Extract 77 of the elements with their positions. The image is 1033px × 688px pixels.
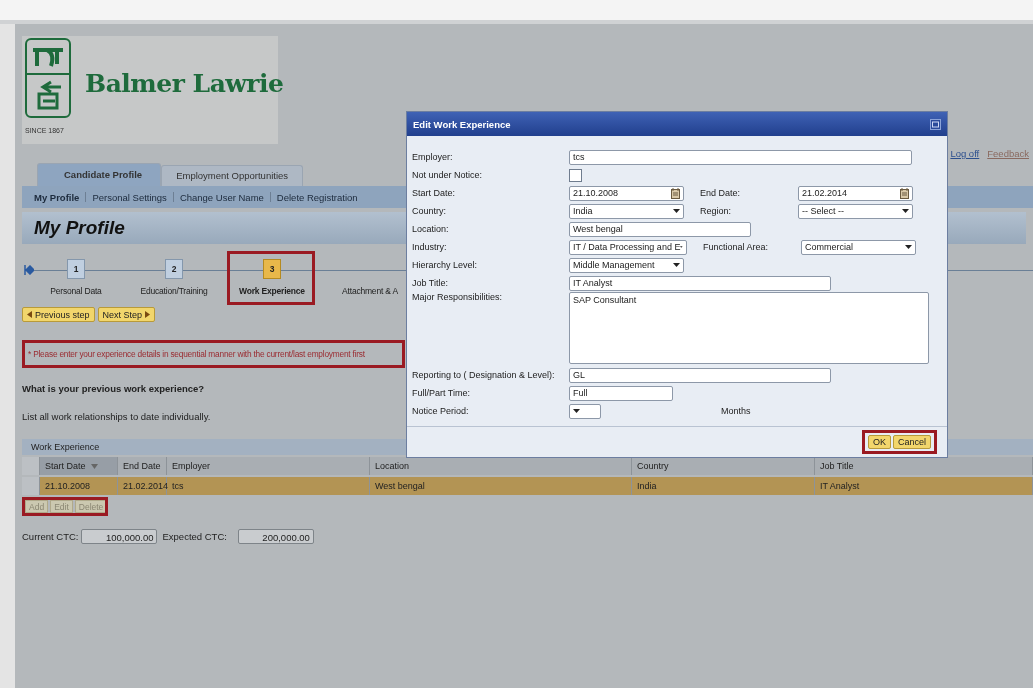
step-label: Work Experience [239, 286, 305, 296]
table-cell: 21.10.2008 [40, 477, 118, 495]
input-field[interactable]: IT Analyst [569, 275, 831, 291]
date-field[interactable]: 21.10.2008 [569, 185, 684, 201]
dropdown[interactable] [569, 403, 601, 419]
table-cell: West bengal [370, 477, 632, 495]
dialog-title: Edit Work Experience [413, 118, 511, 130]
tab[interactable]: Employment Opportunities [161, 165, 304, 186]
logo-icon [25, 38, 71, 118]
field-label: Location: [412, 224, 450, 234]
step-label: Education/Training [140, 286, 208, 296]
subnav-link[interactable]: Change User Name [173, 191, 270, 203]
table-cell: IT Analyst [815, 477, 1033, 495]
step-marker[interactable]: 1 [67, 259, 85, 279]
subnav-link[interactable]: Delete Registration [270, 191, 364, 203]
start-icon [24, 265, 34, 275]
sort-icon [90, 463, 98, 469]
dropdown[interactable]: India [569, 203, 684, 219]
field-label: Reporting to ( Designation & Level): [412, 370, 556, 380]
dialog-button[interactable]: OK [867, 435, 891, 449]
field-label: Start Date: [412, 188, 457, 198]
field-label: Major Responsibilities: [412, 292, 504, 302]
table-cell: 21.02.2014 [118, 477, 167, 495]
table-cell: India [632, 477, 815, 495]
field-label: Not under Notice: [412, 170, 484, 180]
table-cell: tcs [167, 477, 370, 495]
date-field[interactable]: 21.02.2014 [798, 185, 913, 201]
step-marker[interactable]: 2 [165, 259, 183, 279]
field-label: Full/Part Time: [412, 388, 471, 398]
text-area[interactable]: SAP Consultant [569, 292, 929, 364]
dropdown[interactable]: IT / Data Processing and E [569, 239, 687, 255]
field-label: Functional Area: [703, 242, 770, 252]
dropdown[interactable]: Middle Management [569, 257, 684, 273]
field-label: Job Title: [412, 278, 450, 288]
input-field[interactable]: Full [569, 385, 673, 401]
calendar-icon[interactable] [900, 187, 909, 199]
header-link[interactable]: Log off [950, 148, 980, 159]
dropdown[interactable]: -- Select -- [798, 203, 913, 219]
field-label: Notice Period: [412, 406, 470, 416]
subnav-link[interactable]: Personal Settings [86, 191, 173, 203]
dialog-button[interactable]: Cancel [893, 435, 931, 449]
calendar-icon[interactable] [671, 187, 680, 199]
question-text: What is your previous work experience? [22, 383, 205, 394]
field-label: Country: [412, 206, 447, 216]
input-field[interactable]: 100,000.00 [81, 529, 158, 544]
field-label: Employer: [412, 152, 454, 162]
step-button[interactable]: Previous step [22, 307, 95, 322]
step-marker[interactable]: 3 [263, 259, 281, 279]
field-label: Industry: [412, 242, 448, 252]
notice-text: * Please enter your experience details in sequential manner with the current/last employment first [28, 349, 365, 359]
input-field[interactable]: West bengal [569, 221, 751, 237]
subnav-link[interactable]: My Profile [34, 191, 86, 203]
left-arrow-icon [27, 311, 32, 318]
right-arrow-icon [145, 311, 151, 318]
field-label: Region: [700, 206, 733, 216]
field-label: Expected CTC: [162, 531, 227, 542]
column-header[interactable]: End Date [118, 457, 167, 475]
step-button[interactable]: Next Step [97, 307, 156, 322]
unit-label: Months [721, 406, 751, 416]
input-field[interactable]: GL [569, 367, 831, 383]
brand-name: Balmer Lawrie [85, 69, 284, 98]
field-label: Current CTC: [22, 531, 79, 542]
minimize-icon[interactable] [930, 118, 941, 130]
dropdown[interactable]: Commercial [801, 239, 916, 255]
input-field[interactable]: tcs [569, 149, 912, 165]
select-all-cell[interactable] [22, 457, 40, 475]
instruction-text: List all work relationships to date individually. [22, 411, 211, 422]
column-header[interactable]: Employer [167, 457, 370, 475]
step-label: Attachment & A [342, 286, 398, 296]
step-label: Personal Data [50, 286, 102, 296]
checkbox[interactable] [569, 168, 582, 182]
tab[interactable]: Candidate Profile [37, 163, 162, 186]
field-label: Hierarchy Level: [412, 260, 479, 270]
field-label: End Date: [700, 188, 742, 198]
page-title: My Profile [34, 217, 125, 239]
column-header[interactable]: Start Date [40, 457, 118, 475]
input-field[interactable]: 200,000.00 [237, 529, 314, 544]
